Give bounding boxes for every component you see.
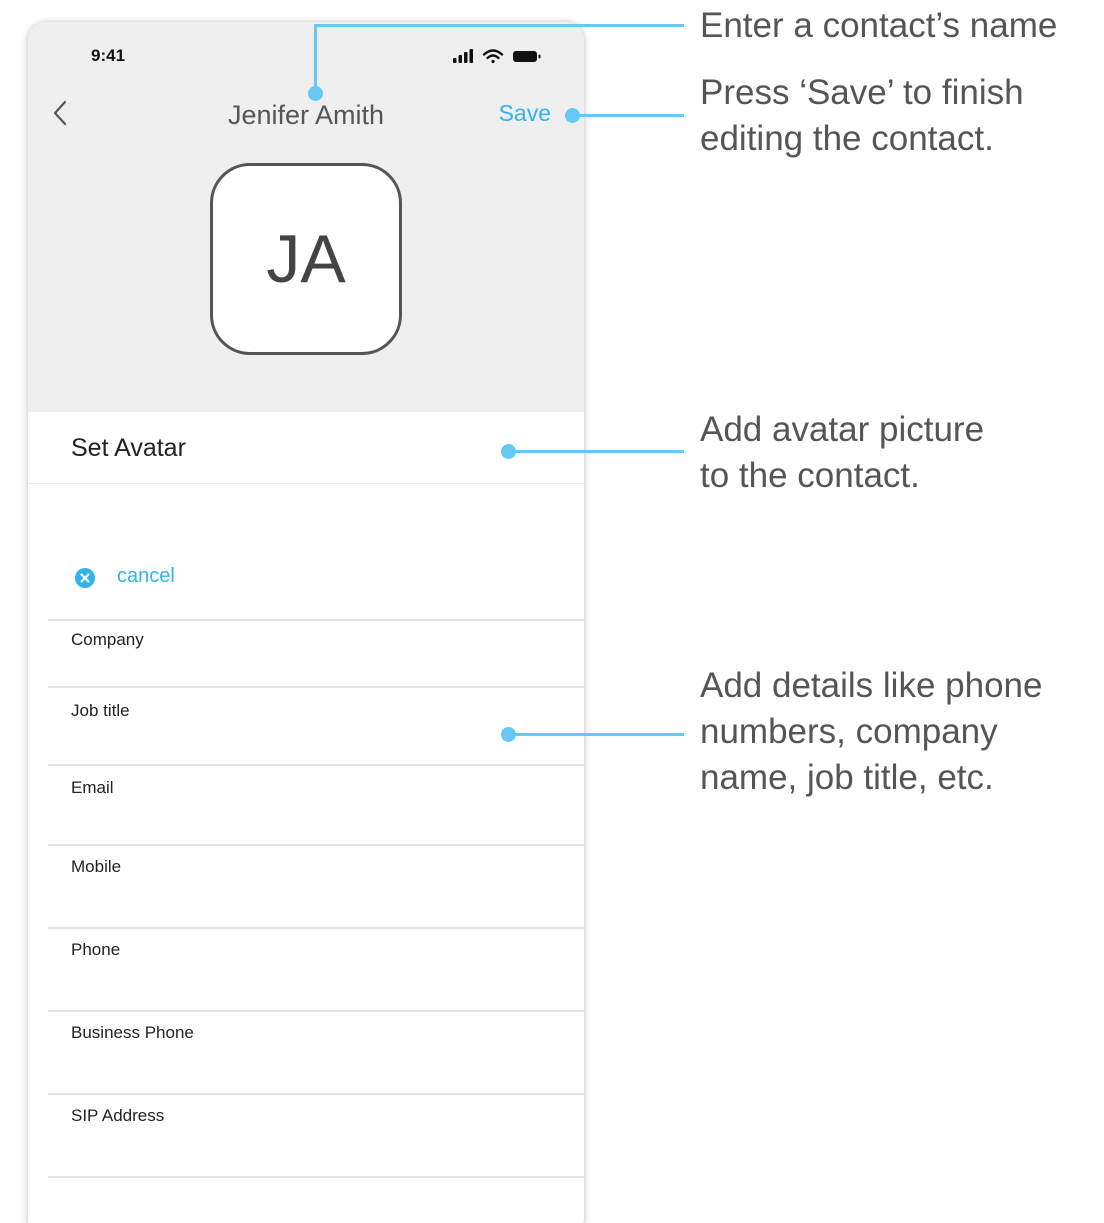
details-callout-line bbox=[508, 733, 684, 736]
contact-header: 9:41 Jenifer Amith Save JA bbox=[28, 22, 584, 412]
wifi-icon bbox=[482, 49, 504, 64]
annotation-avatar-line: to the contact. bbox=[700, 456, 920, 495]
battery-icon bbox=[513, 51, 541, 62]
save-button[interactable]: Save bbox=[499, 100, 551, 127]
phone-input[interactable] bbox=[48, 929, 584, 989]
phone-screen: 9:41 Jenifer Amith Save JA Set Avatar ca… bbox=[28, 22, 584, 1223]
annotation-details-line: name, job title, etc. bbox=[700, 758, 994, 797]
mobile-label: Mobile bbox=[71, 857, 122, 876]
annotation-avatar-line: Add avatar picture bbox=[700, 410, 985, 449]
mobile-input[interactable] bbox=[48, 846, 584, 906]
annotation-name: Enter a contact’s name bbox=[700, 3, 1057, 49]
cancel-button[interactable]: cancel bbox=[117, 565, 175, 588]
annotation-save: Press ‘Save’ to finish editing the conta… bbox=[700, 70, 1024, 162]
name-callout-dot bbox=[308, 86, 323, 101]
cancel-row[interactable]: cancel bbox=[28, 552, 584, 602]
company-label: Company bbox=[71, 630, 144, 649]
annotation-avatar: Add avatar picture to the contact. bbox=[700, 407, 984, 499]
sip-address-label: SIP Address bbox=[71, 1106, 165, 1125]
avatar-initials: JA bbox=[266, 221, 346, 297]
signal-icon bbox=[453, 49, 473, 63]
save-callout-line bbox=[572, 114, 684, 117]
name-callout-line bbox=[314, 24, 684, 27]
avatar[interactable]: JA bbox=[210, 163, 402, 355]
phone-label: Phone bbox=[71, 940, 121, 959]
field-divider bbox=[48, 1176, 584, 1178]
annotation-save-line: editing the contact. bbox=[700, 119, 994, 158]
avatar-callout-line bbox=[508, 450, 684, 453]
close-circle-icon[interactable] bbox=[75, 568, 95, 588]
annotation-details-line: Add details like phone bbox=[700, 666, 1043, 705]
status-icons bbox=[453, 49, 541, 64]
name-callout-line bbox=[314, 24, 317, 94]
annotation-details: Add details like phone numbers, company … bbox=[700, 663, 1042, 801]
annotation-save-line: Press ‘Save’ to finish bbox=[700, 73, 1024, 112]
status-time: 9:41 bbox=[91, 46, 126, 65]
set-avatar-label: Set Avatar bbox=[71, 434, 186, 462]
business-phone-label: Business Phone bbox=[71, 1023, 194, 1042]
email-input[interactable] bbox=[48, 766, 584, 826]
annotation-details-line: numbers, company bbox=[700, 712, 998, 751]
email-label: Email bbox=[71, 778, 114, 797]
job-title-label: Job title bbox=[71, 701, 130, 720]
annotation-name-line: Enter a contact’s name bbox=[700, 6, 1058, 45]
